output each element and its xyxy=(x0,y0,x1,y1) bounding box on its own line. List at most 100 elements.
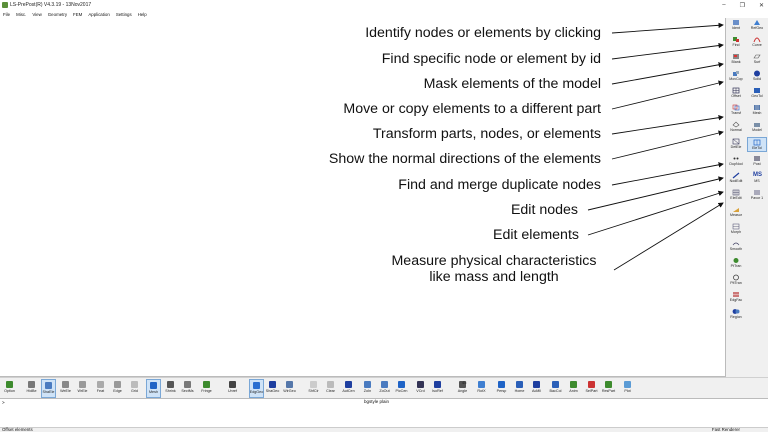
normal-button[interactable]: Normal xyxy=(726,120,746,135)
shrink-icon xyxy=(167,381,174,388)
mesh-panel-button[interactable]: Mesh xyxy=(747,103,767,118)
shaele-button[interactable]: ShaEle xyxy=(41,379,56,398)
eleedit-icon xyxy=(732,189,740,196)
edge-button[interactable]: Edge xyxy=(110,379,125,398)
morph-icon xyxy=(732,223,740,230)
surf-button[interactable]: Surf xyxy=(747,52,767,67)
geotol-button[interactable]: GeoTol xyxy=(747,86,767,101)
solid-button[interactable]: Solid xyxy=(747,69,767,84)
edgfac-button[interactable]: EdgFac xyxy=(726,290,746,305)
restore-button[interactable]: ❐ xyxy=(740,2,745,9)
anim-button[interactable]: Anim xyxy=(566,379,581,398)
nodedit-button[interactable]: NodEdit xyxy=(726,171,746,186)
arrow-ident xyxy=(611,22,724,34)
eletol-button[interactable]: EleTol xyxy=(747,137,767,152)
home-button[interactable]: Home xyxy=(512,379,527,398)
menu-fem[interactable]: FEM xyxy=(70,12,85,17)
isoref-button[interactable]: IsoRef xyxy=(430,379,445,398)
pttran-button[interactable]: PtTran xyxy=(726,256,746,271)
angle-value: 45 xyxy=(462,380,467,385)
feat-button[interactable]: Feat xyxy=(93,379,108,398)
menu-help[interactable]: Help xyxy=(135,12,150,17)
isoref-icon xyxy=(434,381,441,388)
zoout-button[interactable]: ZoOut xyxy=(377,379,392,398)
find-button[interactable]: Find xyxy=(726,35,746,50)
sectms-button[interactable]: SectMs xyxy=(180,379,195,398)
menu-file[interactable]: File xyxy=(0,12,13,17)
post-button[interactable]: Post xyxy=(747,154,767,169)
dupnod-button[interactable]: DupNod xyxy=(726,154,746,169)
home-icon xyxy=(516,381,523,388)
unref-icon xyxy=(229,381,236,388)
shrink-button[interactable]: Shrink xyxy=(163,379,178,398)
surf-icon xyxy=(753,54,761,59)
morph-button[interactable]: Morph xyxy=(726,222,746,237)
wirgeo-button[interactable]: WirGeo xyxy=(282,379,297,398)
transf-icon xyxy=(732,104,740,111)
message-area xyxy=(0,405,768,427)
zoin-button[interactable]: ZoIn xyxy=(360,379,375,398)
vcrd-icon xyxy=(417,381,424,388)
transf-button[interactable]: Transf xyxy=(726,103,746,118)
pttran-icon xyxy=(733,258,739,263)
arrow-normal xyxy=(611,130,724,160)
menu-geometry[interactable]: Geometry xyxy=(45,12,70,17)
vcrd-button[interactable]: VCrd xyxy=(413,379,428,398)
autcen-icon xyxy=(345,381,352,388)
movcop-icon xyxy=(733,71,739,76)
menu-application[interactable]: Application xyxy=(85,12,112,17)
shaele-icon xyxy=(45,382,52,389)
plot-button[interactable]: Plot xyxy=(620,379,635,398)
arrow-find xyxy=(611,42,724,60)
persp-icon xyxy=(498,381,505,388)
movcop-button[interactable]: MovCop xyxy=(726,69,746,84)
smooth-button[interactable]: Smooth xyxy=(726,239,746,254)
mesh-button[interactable]: Mesh xyxy=(146,379,161,398)
measur-button[interactable]: Measur xyxy=(726,205,746,220)
clear-button[interactable]: Clear xyxy=(323,379,338,398)
hidbe-button[interactable]: HidBe xyxy=(24,379,39,398)
selpart-button[interactable]: SelPart xyxy=(584,379,599,398)
region-button[interactable]: Region xyxy=(726,307,746,322)
offset-button[interactable]: Offset xyxy=(726,86,746,101)
baccol-button[interactable]: BacCol xyxy=(548,379,563,398)
window-title: LS-PrePost(R) V4.3.19 - 13Nov2017 xyxy=(10,2,92,8)
acmll-button[interactable]: AcMll xyxy=(529,379,544,398)
plttran-button[interactable]: PltTran xyxy=(726,273,746,288)
smooth-icon xyxy=(732,242,740,246)
pavor-button[interactable]: Pavor 1 xyxy=(747,188,767,203)
curve-button[interactable]: Curve xyxy=(747,35,767,50)
edggeo-button[interactable]: EdgGeo xyxy=(249,379,264,398)
close-button[interactable]: ✕ xyxy=(759,2,764,9)
rotx-button[interactable]: RotX xyxy=(474,379,489,398)
respart-button[interactable]: ResPart xyxy=(601,379,616,398)
ident-button[interactable]: Ident xyxy=(726,18,746,33)
solid-icon xyxy=(754,70,760,77)
dupnod-icon xyxy=(733,157,739,160)
baccol-icon xyxy=(552,381,559,388)
eleedit-button[interactable]: EleEdit xyxy=(726,188,746,203)
menu-view[interactable]: View xyxy=(29,12,44,17)
shfclr-button[interactable]: ShfClr xyxy=(306,379,321,398)
blank-button[interactable]: Blank xyxy=(726,52,746,67)
weele-button[interactable]: WeEle xyxy=(58,379,73,398)
graphics-canvas[interactable]: Identify nodes or elements by clicking F… xyxy=(0,18,726,377)
edgfac-icon xyxy=(733,292,739,297)
shageo-button[interactable]: ShaGeo xyxy=(265,379,280,398)
menu-settings[interactable]: Settings xyxy=(113,12,135,17)
grid-button[interactable]: Grid xyxy=(127,379,142,398)
option-button[interactable]: Option xyxy=(2,379,17,398)
persp-button[interactable]: Persp xyxy=(494,379,509,398)
minimize-button[interactable]: – xyxy=(722,2,725,8)
fringe-button[interactable]: Fringe xyxy=(199,379,214,398)
model-button[interactable]: Model xyxy=(747,120,767,135)
menu-misc[interactable]: Misc. xyxy=(13,12,29,17)
ms-button[interactable]: MS MS xyxy=(747,171,767,186)
refgeo-button[interactable]: RefGeo xyxy=(747,18,767,33)
detele-button[interactable]: DetEle xyxy=(726,137,746,152)
wrele-button[interactable]: WrEle xyxy=(75,379,90,398)
unref-button[interactable]: Unref xyxy=(225,379,240,398)
piccen-button[interactable]: PicCen xyxy=(394,379,409,398)
autcen-button[interactable]: AutCen xyxy=(341,379,356,398)
annotation-arrows xyxy=(587,22,724,271)
